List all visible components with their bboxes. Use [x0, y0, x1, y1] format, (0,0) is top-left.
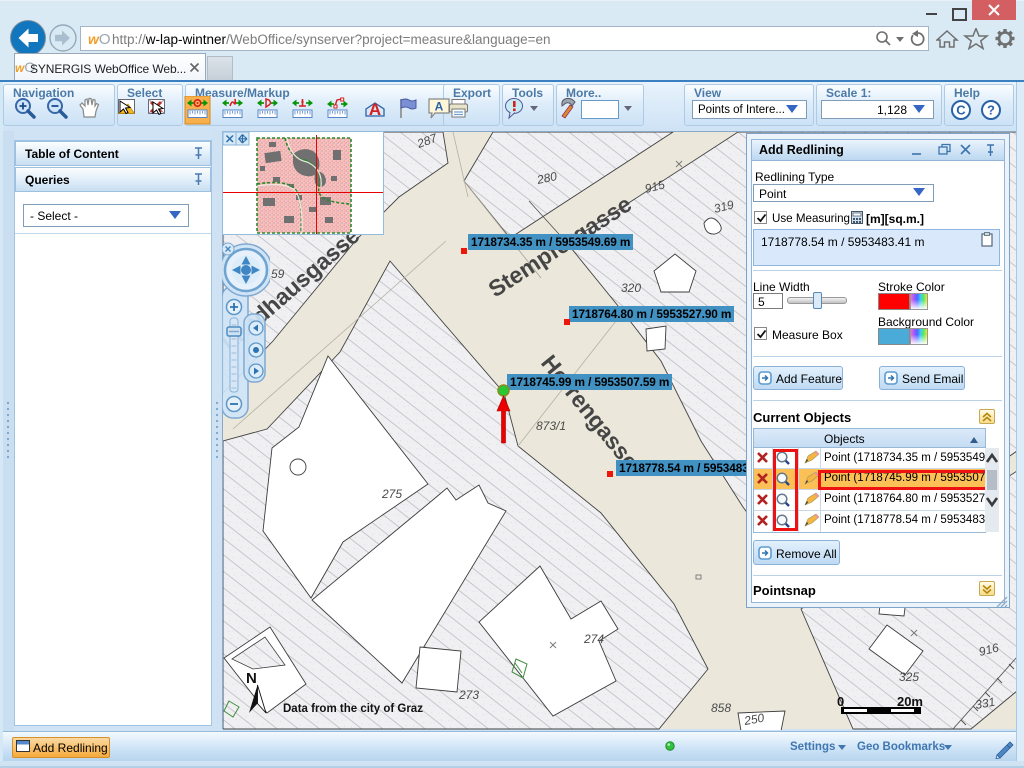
svg-text:Herrengasse: Herrengasse	[536, 350, 644, 475]
svg-text:20m: 20m	[897, 694, 923, 709]
svg-text:A: A	[369, 100, 381, 119]
svg-text:A: A	[435, 100, 444, 114]
svg-text:275: 275	[381, 487, 402, 501]
svg-text:0: 0	[837, 694, 844, 709]
svg-text:59: 59	[271, 267, 285, 281]
svg-text:858: 858	[711, 701, 731, 715]
svg-text:?: ?	[987, 103, 995, 118]
svg-text:325: 325	[899, 670, 919, 684]
svg-text:C: C	[956, 103, 966, 118]
svg-text:273: 273	[458, 688, 479, 702]
svg-text:873/1: 873/1	[536, 419, 566, 433]
svg-text:Data from the city of Graz: Data from the city of Graz	[283, 703, 423, 715]
svg-text:274: 274	[583, 632, 604, 646]
svg-text:320: 320	[621, 281, 641, 295]
svg-text:N: N	[246, 670, 257, 687]
